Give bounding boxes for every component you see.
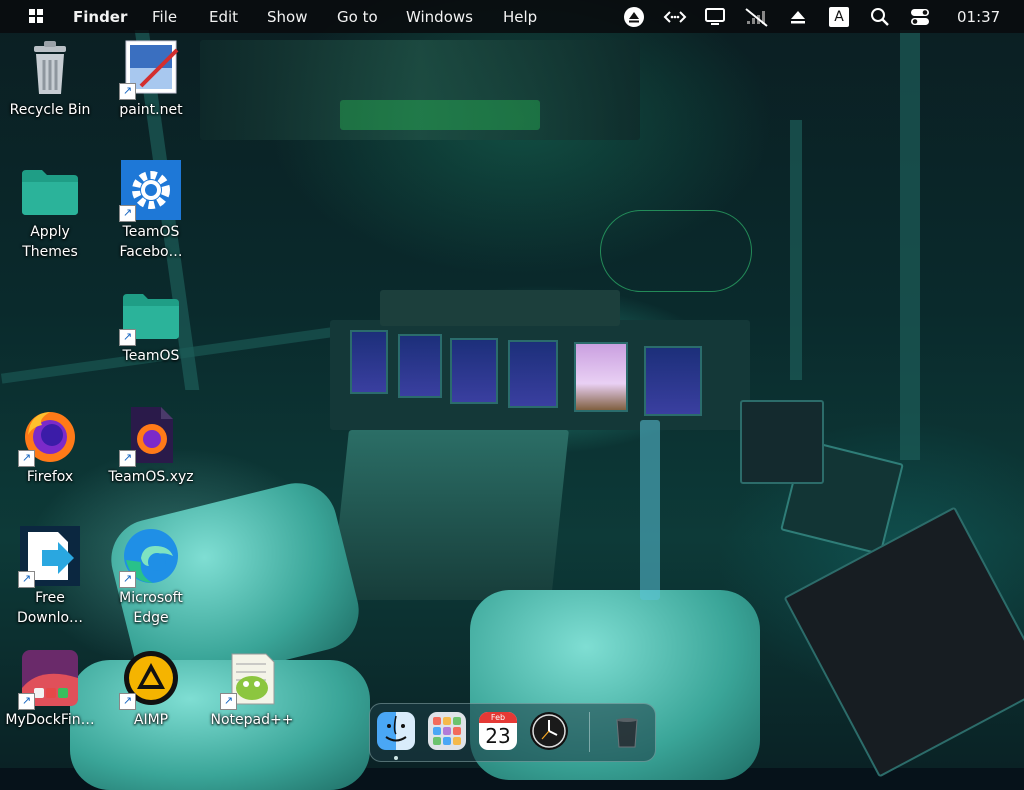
finder-icon[interactable]	[377, 712, 415, 750]
menu-help[interactable]: Help	[503, 8, 537, 26]
menu-windows[interactable]: Windows	[406, 8, 473, 26]
menu-file[interactable]: File	[152, 8, 177, 26]
desktop-icon-label: Notepad++	[210, 712, 294, 728]
desktop-icon-label: TeamOS Facebo…	[119, 224, 183, 260]
trash-icon[interactable]	[608, 712, 646, 750]
control-center-icon[interactable]	[909, 6, 931, 28]
desktop-icon-label: MyDockFin…	[5, 712, 95, 728]
desktop-icon-microsoft-edge[interactable]: ↗ Microsoft Edge	[103, 526, 199, 628]
clock[interactable]: 01:37	[957, 8, 1000, 26]
recycle-bin-icon	[34, 41, 66, 94]
windows-logo-icon[interactable]	[29, 9, 43, 23]
shortcut-arrow-icon: ↗	[18, 693, 35, 710]
shortcut-arrow-icon: ↗	[119, 693, 136, 710]
shortcut-arrow-icon: ↗	[18, 450, 35, 467]
menu-app-name[interactable]: Finder	[73, 8, 127, 26]
menu-show[interactable]: Show	[267, 8, 307, 26]
folder-icon	[22, 170, 78, 215]
desktop-icon-apply-themes[interactable]: Apply Themes	[2, 160, 98, 262]
calendar-icon[interactable]: Feb 23	[479, 712, 517, 750]
desktop-icon-paint-net[interactable]: ↗ paint.net	[103, 38, 199, 120]
desktop-icon-label: AIMP	[133, 712, 169, 728]
shortcut-arrow-icon: ↗	[18, 571, 35, 588]
shortcut-arrow-icon: ↗	[119, 450, 136, 467]
shortcut-arrow-icon: ↗	[220, 693, 237, 710]
menu-edit[interactable]: Edit	[209, 8, 238, 26]
desktop-icon-recycle-bin[interactable]: Recycle Bin	[2, 38, 98, 120]
desktop-icon-label: Apply Themes	[22, 224, 78, 260]
desktop-icon-teamos-facebook[interactable]: ↗ TeamOS Facebo…	[103, 160, 199, 262]
shortcut-arrow-icon: ↗	[119, 205, 136, 222]
desktop-icon-teamos[interactable]: ↗ TeamOS	[103, 284, 199, 366]
dock: Feb 23	[369, 703, 656, 762]
shortcut-arrow-icon: ↗	[119, 329, 136, 346]
desktop-icon-label: paint.net	[119, 102, 183, 118]
desktop-icon-free-download-manager[interactable]: ↗ Free Downlo…	[2, 526, 98, 628]
eject-icon[interactable]	[787, 6, 809, 28]
menu-bar: Finder File Edit Show Go to Windows Help…	[0, 0, 1024, 33]
desktop-icon-label: TeamOS	[122, 348, 180, 364]
calendar-day: 23	[485, 724, 511, 748]
code-arrows-icon[interactable]	[663, 6, 687, 28]
desktop-icon-mydockfinder[interactable]: ↗ MyDockFin…	[2, 648, 98, 730]
search-icon[interactable]	[869, 6, 891, 28]
desktop-icon-label: Microsoft Edge	[119, 590, 183, 626]
running-indicator	[394, 756, 398, 760]
desktop-icon-label: Recycle Bin	[9, 102, 91, 118]
desktop-icon-label: Free Downlo…	[16, 590, 84, 626]
shortcut-arrow-icon: ↗	[119, 83, 136, 100]
desktop-icon-aimp[interactable]: ↗ AIMP	[103, 648, 199, 730]
clock-icon[interactable]	[530, 712, 568, 750]
display-icon[interactable]	[704, 6, 726, 28]
input-method-indicator[interactable]: A	[829, 7, 849, 27]
desktop-icon-label: Firefox	[26, 469, 74, 485]
desktop-icon-label: TeamOS.xyz	[108, 469, 194, 485]
shortcut-arrow-icon: ↗	[119, 571, 136, 588]
desktop-icon-notepad-plus-plus[interactable]: ↗ Notepad++	[204, 648, 300, 730]
network-disabled-icon[interactable]	[744, 6, 770, 28]
dock-separator	[589, 712, 590, 752]
menu-go-to[interactable]: Go to	[337, 8, 378, 26]
desktop-icon-firefox[interactable]: ↗ Firefox	[2, 405, 98, 487]
launchpad-icon[interactable]	[428, 712, 466, 750]
calendar-month: Feb	[479, 712, 517, 723]
desktop-icon-teamos-xyz[interactable]: ↗ TeamOS.xyz	[103, 405, 199, 487]
eject-circle-icon[interactable]	[623, 6, 645, 28]
